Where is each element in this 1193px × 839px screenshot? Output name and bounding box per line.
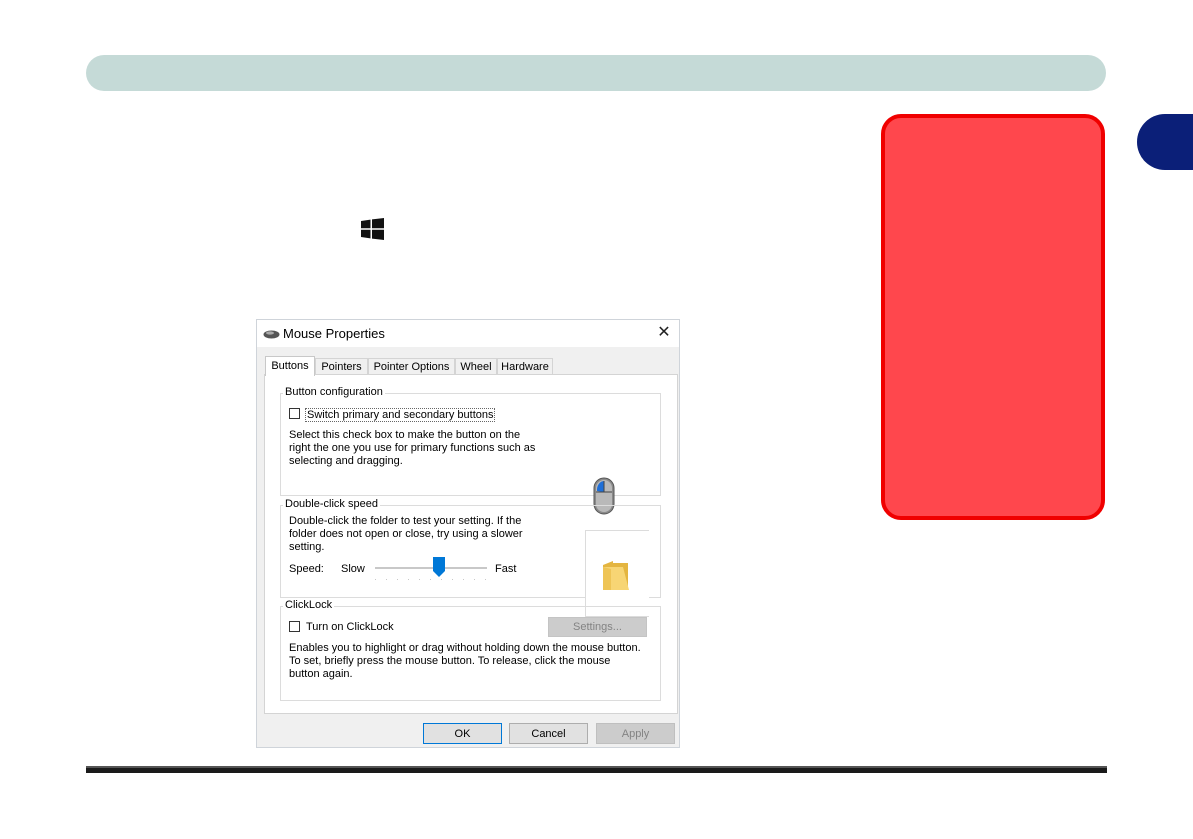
cancel-button[interactable]: Cancel xyxy=(509,723,588,744)
double-click-description-line3: setting. xyxy=(289,541,325,553)
clicklock-description-line2: To set, briefly press the mouse button. … xyxy=(289,655,611,667)
note-box xyxy=(881,114,1105,520)
test-folder-area[interactable] xyxy=(585,530,649,617)
close-button[interactable]: ✕ xyxy=(655,324,673,342)
switch-buttons-label[interactable]: Switch primary and secondary buttons xyxy=(305,408,496,422)
page-bottom-rule xyxy=(86,766,1107,773)
mouse-properties-dialog: Mouse Properties ✕ Buttons Pointers Poin… xyxy=(256,319,680,748)
ok-button[interactable]: OK xyxy=(423,723,502,744)
mouse-icon xyxy=(263,330,280,339)
dialog-title: Mouse Properties xyxy=(283,326,385,341)
group-label: Double-click speed xyxy=(283,498,380,510)
button-config-description-line2: right the one you use for primary functi… xyxy=(289,442,536,454)
folder-icon xyxy=(603,561,629,590)
double-click-speed-slider-track[interactable] xyxy=(375,567,487,569)
tab-pointer-options[interactable]: Pointer Options xyxy=(368,358,455,374)
tab-pointers[interactable]: Pointers xyxy=(315,358,368,374)
clicklock-label[interactable]: Turn on ClickLock xyxy=(306,621,394,633)
slow-label: Slow xyxy=(341,563,365,575)
buttons-tab-panel: Button configuration Switch primary and … xyxy=(264,374,678,714)
chapter-tab xyxy=(1137,114,1193,170)
double-click-description-line2: folder does not open or close, try using… xyxy=(289,528,523,540)
speed-label: Speed: xyxy=(289,563,324,575)
tab-hardware[interactable]: Hardware xyxy=(497,358,553,374)
button-config-description-line3: selecting and dragging. xyxy=(289,455,403,467)
slider-tick-marks xyxy=(375,579,487,580)
apply-button[interactable]: Apply xyxy=(596,723,675,744)
switch-buttons-checkbox[interactable] xyxy=(289,408,300,419)
group-label: Button configuration xyxy=(283,386,385,398)
dialog-titlebar: Mouse Properties ✕ xyxy=(257,320,679,347)
page-header-bar xyxy=(86,55,1106,91)
double-click-description-line1: Double-click the folder to test your set… xyxy=(289,515,522,527)
clicklock-description-line1: Enables you to highlight or drag without… xyxy=(289,642,641,654)
tab-wheel[interactable]: Wheel xyxy=(455,358,497,374)
fast-label: Fast xyxy=(495,563,517,575)
clicklock-description-line3: button again. xyxy=(289,668,353,680)
tab-buttons[interactable]: Buttons xyxy=(265,356,315,376)
button-config-description-line1: Select this check box to make the button… xyxy=(289,429,521,441)
clicklock-settings-button[interactable]: Settings... xyxy=(548,617,647,637)
windows-logo-icon xyxy=(361,218,384,240)
clicklock-checkbox[interactable] xyxy=(289,621,300,632)
double-click-speed-slider-thumb[interactable] xyxy=(432,557,445,577)
group-label: ClickLock xyxy=(283,599,335,611)
